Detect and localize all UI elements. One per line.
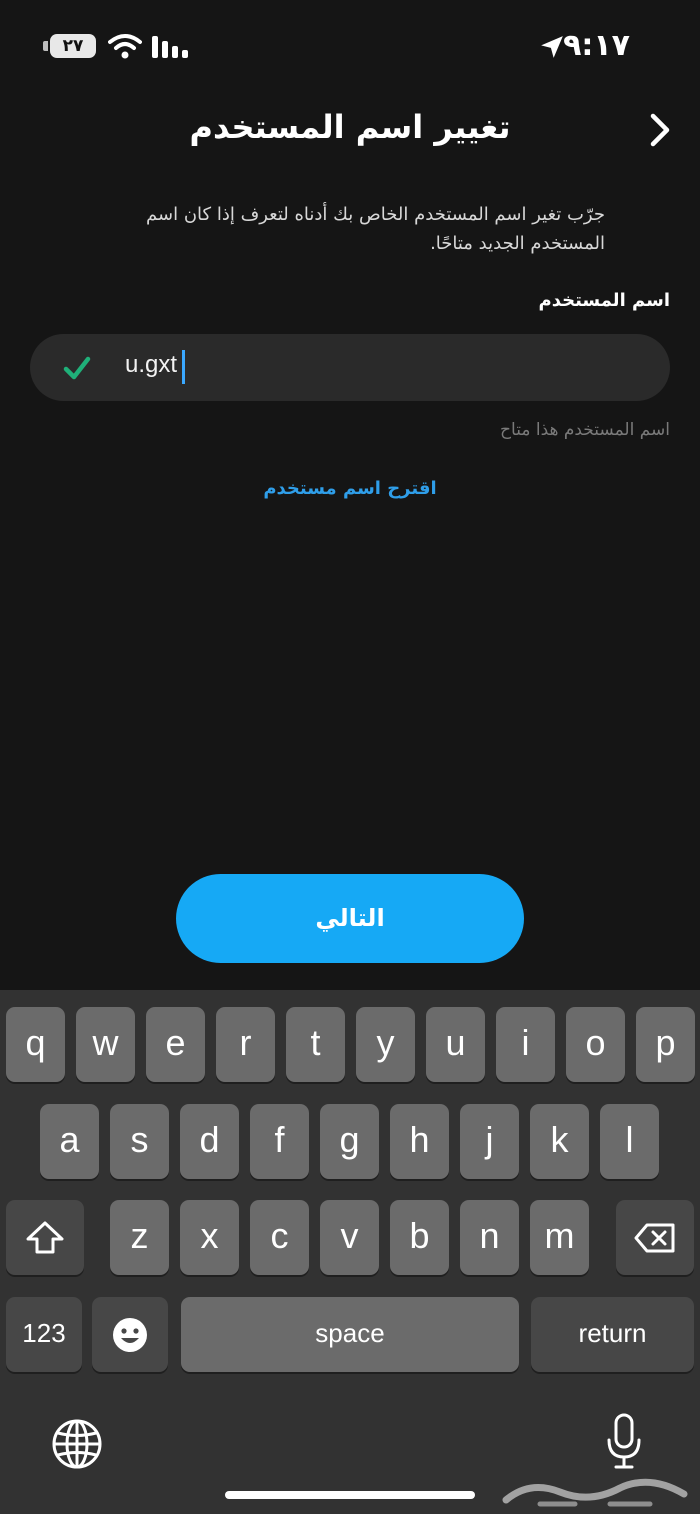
suggest-username-link[interactable]: اقترح اسم مستخدم xyxy=(0,478,700,499)
username-label: اسم المستخدم xyxy=(538,290,670,311)
battery-level: ٢٧ xyxy=(62,36,84,56)
key-c[interactable]: c xyxy=(250,1200,309,1275)
globe-icon[interactable] xyxy=(51,1418,103,1470)
key-w[interactable]: w xyxy=(76,1007,135,1082)
key-u[interactable]: u xyxy=(426,1007,485,1082)
text-cursor xyxy=(182,350,185,384)
key-r[interactable]: r xyxy=(216,1007,275,1082)
location-arrow-icon xyxy=(541,36,563,58)
key-f[interactable]: f xyxy=(250,1104,309,1179)
status-time: ٩:١٧ xyxy=(563,28,630,63)
key-p[interactable]: p xyxy=(636,1007,695,1082)
key-o[interactable]: o xyxy=(566,1007,625,1082)
key-b[interactable]: b xyxy=(390,1200,449,1275)
haraj-watermark-logo xyxy=(502,1478,688,1507)
key-v[interactable]: v xyxy=(320,1200,379,1275)
numbers-key[interactable]: 123 xyxy=(6,1297,82,1372)
key-m[interactable]: m xyxy=(530,1200,589,1275)
key-z[interactable]: z xyxy=(110,1200,169,1275)
backspace-key[interactable] xyxy=(616,1200,694,1275)
emoji-icon xyxy=(113,1317,147,1352)
description-text: جرّب تغير اسم المستخدم الخاص بك أدناه لت… xyxy=(146,204,605,254)
keyboard: q w e r t y u i o p a s d f g h j k l z … xyxy=(0,990,700,1514)
key-a[interactable]: a xyxy=(40,1104,99,1179)
key-k[interactable]: k xyxy=(530,1104,589,1179)
key-j[interactable]: j xyxy=(460,1104,519,1179)
shift-key[interactable] xyxy=(6,1200,84,1275)
key-s[interactable]: s xyxy=(110,1104,169,1179)
cellular-signal-icon xyxy=(152,36,188,58)
shift-icon xyxy=(26,1221,64,1253)
key-l[interactable]: l xyxy=(600,1104,659,1179)
battery-tip xyxy=(43,41,48,51)
key-e[interactable]: e xyxy=(146,1007,205,1082)
space-key[interactable]: space xyxy=(181,1297,519,1372)
key-g[interactable]: g xyxy=(320,1104,379,1179)
battery-icon: ٢٧ xyxy=(50,34,96,58)
key-i[interactable]: i xyxy=(496,1007,555,1082)
home-indicator[interactable] xyxy=(225,1491,475,1499)
next-button[interactable]: التالي xyxy=(176,874,524,963)
key-n[interactable]: n xyxy=(460,1200,519,1275)
key-y[interactable]: y xyxy=(356,1007,415,1082)
return-key[interactable]: return xyxy=(531,1297,694,1372)
key-t[interactable]: t xyxy=(286,1007,345,1082)
key-h[interactable]: h xyxy=(390,1104,449,1179)
page-title: تغيير اسم المستخدم xyxy=(189,108,511,146)
checkmark-icon xyxy=(63,356,91,380)
microphone-icon[interactable] xyxy=(604,1412,644,1472)
username-value[interactable]: u.gxt xyxy=(125,351,177,379)
emoji-key[interactable] xyxy=(92,1297,168,1372)
key-q[interactable]: q xyxy=(6,1007,65,1082)
backspace-icon xyxy=(634,1223,675,1252)
key-d[interactable]: d xyxy=(180,1104,239,1179)
wifi-icon xyxy=(108,34,142,59)
key-x[interactable]: x xyxy=(180,1200,239,1275)
availability-message: اسم المستخدم هذا متاح xyxy=(500,420,670,440)
